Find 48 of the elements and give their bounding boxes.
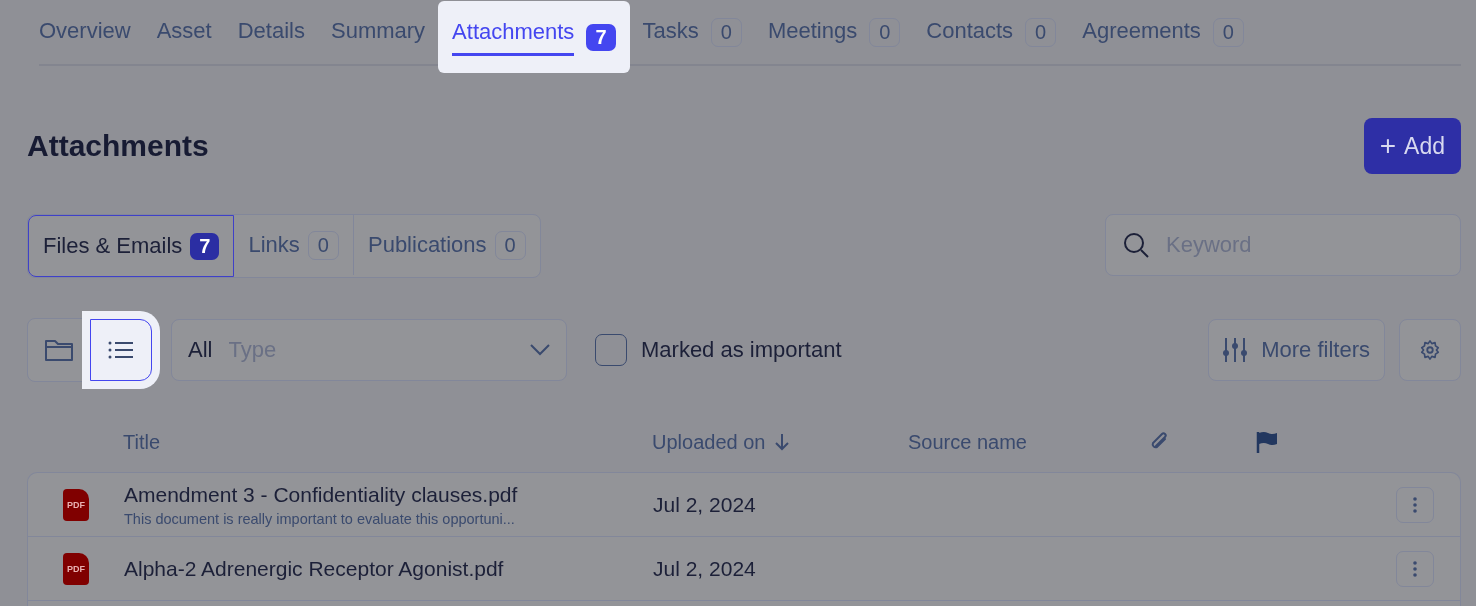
segment-tab[interactable]: Files & Emails 7 xyxy=(28,215,235,277)
page-heading: Attachments xyxy=(27,129,209,163)
count-badge: 0 xyxy=(494,230,526,260)
segment-tab[interactable]: Publications 0 xyxy=(353,215,540,275)
tab[interactable]: Tasks xyxy=(642,17,699,47)
tab[interactable]: Meetings xyxy=(767,17,858,47)
column-header[interactable]: Uploaded on xyxy=(652,430,766,454)
search-icon xyxy=(1122,231,1150,259)
file-title[interactable]: Amendment 3 - Confidentiality clauses.pdf xyxy=(124,482,653,507)
row-menu-button[interactable] xyxy=(1396,486,1434,523)
count-badge: 0 xyxy=(1025,17,1057,47)
folder-icon xyxy=(44,337,74,363)
column-header[interactable]: Title xyxy=(123,430,652,454)
count-badge: 0 xyxy=(307,230,339,260)
tab[interactable]: Asset xyxy=(156,17,212,47)
file-note: This document is really important to evaluate this opportuni... xyxy=(124,510,516,527)
sort-down-icon[interactable] xyxy=(775,433,790,451)
tab[interactable]: Agreements xyxy=(1082,17,1201,47)
row-menu-button[interactable] xyxy=(1396,550,1434,587)
count-badge: 0 xyxy=(710,17,742,47)
list-icon xyxy=(108,340,134,360)
upload-date: Jul 2, 2024 xyxy=(653,556,757,581)
tab[interactable]: Overview xyxy=(39,17,131,47)
tab[interactable]: Attachments xyxy=(452,18,575,56)
settings-button[interactable] xyxy=(1399,319,1461,381)
tab[interactable]: Summary xyxy=(330,17,426,47)
pdf-file-icon: PDF xyxy=(63,488,89,521)
column-header[interactable]: Source name xyxy=(908,430,1148,454)
pdf-file-icon: PDF xyxy=(63,552,89,585)
file-title[interactable]: Alpha-2 Adrenergic Receptor Agonist.pdf xyxy=(124,556,653,581)
flag-icon xyxy=(1255,430,1279,454)
sliders-icon xyxy=(1223,337,1248,363)
segment-tab[interactable]: Links 0 xyxy=(234,215,354,275)
count-badge: 7 xyxy=(190,232,220,260)
more-icon xyxy=(1413,496,1417,513)
tab[interactable]: Details xyxy=(237,17,305,47)
chevron-down-icon xyxy=(530,344,550,356)
settings-icon xyxy=(1419,339,1441,361)
count-badge: 0 xyxy=(869,17,901,47)
upload-date: Jul 2, 2024 xyxy=(653,492,757,517)
add-button[interactable]: + Add xyxy=(1363,118,1461,174)
count-badge: 0 xyxy=(1212,17,1244,47)
important-checkbox[interactable] xyxy=(595,334,627,366)
more-icon xyxy=(1413,560,1417,577)
count-badge: 7 xyxy=(586,23,616,51)
more-filters-button[interactable]: More filters xyxy=(1208,319,1385,381)
checkbox-label: Marked as important xyxy=(641,337,842,363)
tab[interactable]: Contacts xyxy=(926,17,1014,47)
